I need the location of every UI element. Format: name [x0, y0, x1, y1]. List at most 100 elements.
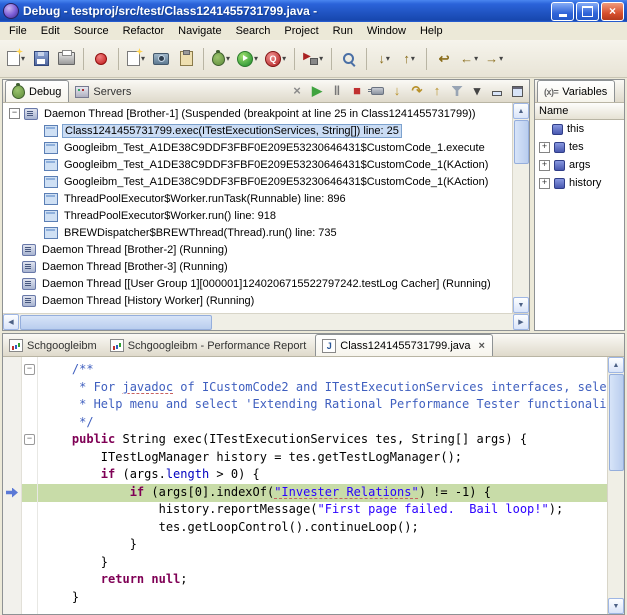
menu-search[interactable]: Search [229, 23, 278, 39]
menu-refactor[interactable]: Refactor [116, 23, 172, 39]
scroll-thumb[interactable] [20, 315, 212, 330]
step-into-icon: ↓ [394, 84, 401, 98]
variable-row[interactable]: +args [535, 156, 624, 174]
scroll-right-button[interactable]: ▶ [513, 314, 529, 330]
disconnect-button[interactable] [368, 83, 386, 100]
variables-list[interactable]: this+tes+args+history [535, 120, 624, 330]
menu-run[interactable]: Run [326, 23, 360, 39]
external-tools-button[interactable]: ▾ [300, 46, 326, 72]
search-button[interactable] [337, 46, 361, 72]
tab-variables[interactable]: (x)= Variables [537, 80, 615, 102]
scroll-down-button[interactable]: ▼ [513, 297, 529, 313]
menu-project[interactable]: Project [277, 23, 325, 39]
tree-item-stack-frame[interactable]: Googleibm_Test_A1DE38C9DDF3FBF0E209E5323… [3, 173, 513, 190]
menu-file[interactable]: File [2, 23, 34, 39]
thread-icon [22, 295, 36, 307]
debug-button[interactable]: ▾ [209, 46, 233, 72]
save-button[interactable] [29, 46, 53, 72]
minimize-window-button[interactable] [551, 2, 574, 21]
variable-row[interactable]: +tes [535, 138, 624, 156]
tab-class1241455731799-java[interactable]: JClass1241455731799.java× [315, 334, 493, 356]
close-window-button[interactable]: × [601, 2, 624, 21]
tree-item-stack-frame[interactable]: Class1241455731799.exec(ITestExecutionSe… [3, 122, 513, 139]
java-editor[interactable]: −− /** * For javadoc of ICustomCode2 and… [3, 357, 624, 614]
expander-minus-icon[interactable]: − [9, 108, 20, 119]
scroll-thumb[interactable] [514, 120, 529, 164]
previous-annotation-button[interactable]: ↑▾ [397, 46, 421, 72]
folding-ruler[interactable]: −− [21, 357, 38, 614]
fold-collapse-icon[interactable]: − [24, 434, 35, 445]
back-button[interactable]: ←▾ [457, 46, 481, 72]
menu-help[interactable]: Help [413, 23, 450, 39]
step-into-button[interactable]: ↓ [388, 83, 406, 100]
forward-button[interactable]: →▾ [482, 46, 506, 72]
new-wizard-button[interactable]: ▾ [4, 46, 28, 72]
code-line: /** [43, 361, 608, 379]
code-text[interactable]: /** * For javadoc of ICustomCode2 and IT… [37, 357, 608, 614]
variable-row[interactable]: this [535, 120, 624, 138]
test-report-button[interactable] [174, 46, 198, 72]
menu-window[interactable]: Window [360, 23, 413, 39]
tree-item-stack-frame[interactable]: ThreadPoolExecutor$Worker.run() line: 91… [3, 207, 513, 224]
code-token [43, 467, 101, 481]
fold-collapse-icon[interactable]: − [24, 364, 35, 375]
menu-navigate[interactable]: Navigate [171, 23, 228, 39]
tree-item-thread[interactable]: Daemon Thread [Brother-2] (Running) [3, 241, 513, 258]
tree-item-label: Googleibm_Test_A1DE38C9DDF3FBF0E209E5323… [62, 176, 490, 188]
last-edit-location-button[interactable]: ↩ [432, 46, 456, 72]
editor-vertical-scrollbar[interactable]: ▲ ▼ [607, 357, 624, 614]
tab-schgoogleibm[interactable]: Schgoogleibm [3, 335, 104, 356]
close-tab-button[interactable]: × [479, 341, 485, 351]
menu-edit[interactable]: Edit [34, 23, 67, 39]
tree-item-thread[interactable]: −Daemon Thread [Brother-1] (Suspended (b… [3, 105, 513, 122]
expander-plus-icon[interactable]: + [539, 142, 550, 153]
tree-item-thread[interactable]: Daemon Thread [History Worker] (Running) [3, 292, 513, 309]
debug-tree-horizontal-scrollbar[interactable]: ◀ ▶ [3, 313, 529, 330]
tree-item-thread[interactable]: Daemon Thread [Brother-3] (Running) [3, 258, 513, 275]
screen-capture-button[interactable] [149, 46, 173, 72]
variables-view-tabbar: (x)= Variables [535, 80, 624, 103]
scroll-left-button[interactable]: ◀ [3, 314, 19, 330]
variable-icon [554, 142, 565, 153]
variables-column-header-name[interactable]: Name [535, 103, 624, 120]
tree-item-stack-frame[interactable]: Googleibm_Test_A1DE38C9DDF3FBF0E209E5323… [3, 156, 513, 173]
tree-item-stack-frame[interactable]: ThreadPoolExecutor$Worker.runTask(Runnab… [3, 190, 513, 207]
minimize-view-button[interactable] [488, 83, 506, 100]
tree-item-thread[interactable]: Daemon Thread [[User Group 1][000001]124… [3, 275, 513, 292]
run-coverage-button[interactable]: Q▾ [262, 46, 289, 72]
print-button[interactable] [54, 46, 78, 72]
remove-all-terminated-button[interactable]: × [288, 83, 306, 100]
suspend-icon: ‖ [334, 84, 340, 98]
expander-plus-icon[interactable]: + [539, 160, 550, 171]
tab-servers[interactable]: Servers [69, 81, 138, 102]
tree-item-stack-frame[interactable]: Googleibm_Test_A1DE38C9DDF3FBF0E209E5323… [3, 139, 513, 156]
step-return-button[interactable]: ↑ [428, 83, 446, 100]
tree-item-stack-frame[interactable]: BREWDispatcher$BREWThread(Thread).run() … [3, 224, 513, 241]
view-menu-button[interactable]: ▾ [468, 83, 486, 100]
resume-button[interactable]: ▶ [308, 83, 326, 100]
scroll-thumb[interactable] [609, 374, 624, 471]
step-over-button[interactable]: ↷ [408, 83, 426, 100]
record-test-button[interactable] [89, 46, 113, 72]
debug-launch-tree[interactable]: −Daemon Thread [Brother-1] (Suspended (b… [3, 105, 513, 313]
suspend-button[interactable]: ‖ [328, 83, 346, 100]
menu-source[interactable]: Source [67, 23, 116, 39]
variable-row[interactable]: +history [535, 174, 624, 192]
new-report-button[interactable]: ▾ [124, 46, 148, 72]
titlebar: Debug - testproj/src/test/Class124145573… [0, 0, 627, 22]
scroll-down-button[interactable]: ▼ [608, 598, 624, 614]
annotation-ruler[interactable] [3, 357, 22, 614]
use-step-filters-button[interactable] [448, 83, 466, 100]
debug-view-tabs: DebugServers [3, 80, 138, 102]
maximize-view-button[interactable] [508, 83, 526, 100]
scroll-up-button[interactable]: ▲ [608, 357, 624, 373]
run-button[interactable]: ▾ [234, 46, 261, 72]
tab-debug[interactable]: Debug [5, 80, 69, 102]
tab-schgoogleibm-performance-report[interactable]: Schgoogleibm - Performance Report [104, 335, 314, 356]
debug-tree-vertical-scrollbar[interactable]: ▲ ▼ [512, 103, 529, 313]
maximize-window-button[interactable] [576, 2, 599, 21]
expander-plus-icon[interactable]: + [539, 178, 550, 189]
next-annotation-button[interactable]: ↓▾ [372, 46, 396, 72]
scroll-up-button[interactable]: ▲ [513, 103, 529, 119]
terminate-button[interactable]: ■ [348, 83, 366, 100]
